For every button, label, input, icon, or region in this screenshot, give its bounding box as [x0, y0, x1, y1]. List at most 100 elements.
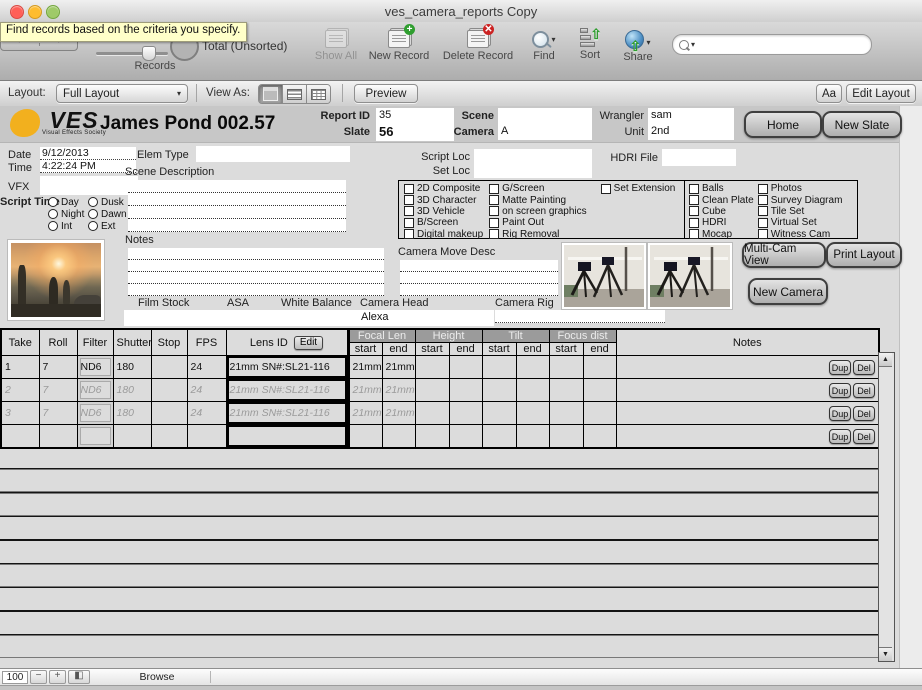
checkbox-box[interactable]: [689, 206, 699, 217]
cell-take[interactable]: 3: [0, 401, 40, 425]
status-toolbar-toggle-button[interactable]: ◧: [68, 670, 90, 684]
zoom-in-button[interactable]: +: [49, 670, 66, 684]
cell-lens_id[interactable]: 21mm SN#:SL21-116: [225, 401, 350, 425]
checkbox-item-clean-plate[interactable]: Clean Plate: [689, 194, 754, 206]
checkbox-box[interactable]: [404, 183, 414, 194]
radio-circle[interactable]: [48, 209, 58, 219]
checkbox-item-mocap[interactable]: Mocap: [689, 229, 754, 240]
script-loc-field[interactable]: [474, 149, 592, 164]
checkbox-item-witness-cam[interactable]: Witness Cam: [757, 229, 843, 240]
vfx-field[interactable]: [40, 176, 138, 195]
cell-fd_start[interactable]: [548, 401, 584, 425]
checkbox-item-2d-composite[interactable]: 2D Composite: [404, 183, 483, 194]
sort-button[interactable]: ⇧ Sort: [572, 27, 608, 61]
checkbox-box[interactable]: [489, 183, 500, 194]
col-header-filter[interactable]: Filter: [76, 328, 114, 356]
camera-photo-1[interactable]: [562, 243, 646, 309]
cell-t_end[interactable]: [515, 401, 550, 425]
camera-move-desc-field[interactable]: [400, 260, 558, 296]
cell-fps[interactable]: 24: [186, 378, 227, 402]
multi-cam-view-button[interactable]: Multi-Cam View: [742, 242, 826, 268]
cell-roll[interactable]: 7: [38, 355, 78, 379]
col-header-roll[interactable]: Roll: [38, 328, 78, 356]
cell-fl_end[interactable]: 21mm: [381, 378, 416, 402]
checkbox-item-survey-diagram[interactable]: Survey Diagram: [757, 194, 842, 206]
cell-filter[interactable]: ND6: [76, 355, 114, 379]
cell-h_start[interactable]: [414, 424, 450, 448]
cell-stop[interactable]: [150, 355, 188, 379]
cell-take[interactable]: 2: [0, 378, 40, 402]
dup-row-button[interactable]: Dup: [829, 360, 852, 375]
cell-filter[interactable]: [76, 424, 114, 448]
elem-type-field[interactable]: [196, 146, 350, 162]
find-dropdown-icon[interactable]: ▾: [551, 35, 555, 44]
col-header-fps[interactable]: FPS: [186, 328, 227, 356]
radio-item-int[interactable]: Int: [48, 220, 84, 232]
checkbox-item-paint-out[interactable]: Paint Out: [489, 217, 587, 228]
cell-shutter[interactable]: 180: [112, 401, 152, 425]
camera-rig-field[interactable]: [495, 310, 665, 323]
cell-stop[interactable]: [150, 378, 188, 402]
home-button[interactable]: Home: [744, 111, 822, 138]
checkbox-item-cube[interactable]: Cube: [689, 206, 754, 217]
radio-circle[interactable]: [48, 221, 58, 231]
cell-fd_start[interactable]: [548, 424, 584, 448]
checkbox-item-3d-character[interactable]: 3D Character: [404, 194, 483, 206]
notes-field[interactable]: [128, 248, 384, 296]
radio-item-dawn[interactable]: Dawn: [88, 208, 127, 220]
cell-t_start[interactable]: [481, 355, 517, 379]
layout-selector[interactable]: Full Layout ▾: [56, 84, 188, 103]
cell-t_end[interactable]: [515, 378, 550, 402]
checkbox-box[interactable]: [757, 229, 768, 240]
new-record-button[interactable]: + New Record: [366, 24, 432, 62]
scene-field[interactable]: [498, 108, 592, 124]
checkbox-item-virtual-set[interactable]: Virtual Set: [757, 217, 843, 228]
cell-fps[interactable]: 24: [186, 355, 227, 379]
report-id-field[interactable]: 35: [376, 108, 454, 124]
cell-roll[interactable]: [38, 424, 78, 448]
cell-take[interactable]: 1: [0, 355, 40, 379]
cell-h_end[interactable]: [448, 401, 483, 425]
checkbox-box[interactable]: [404, 217, 414, 228]
cell-filter[interactable]: ND6: [76, 401, 114, 425]
cell-h_end[interactable]: [448, 424, 483, 448]
checkbox-box[interactable]: [404, 206, 414, 217]
preview-button[interactable]: Preview: [354, 84, 418, 103]
cell-notes[interactable]: Dup Del: [615, 401, 880, 425]
col-header-take[interactable]: Take: [0, 328, 40, 356]
checkbox-box[interactable]: [689, 195, 699, 206]
dup-row-button[interactable]: Dup: [829, 406, 852, 421]
record-slider-thumb[interactable]: [142, 46, 156, 61]
asa-field[interactable]: [200, 310, 284, 326]
col-header-stop[interactable]: Stop: [150, 328, 188, 356]
cell-t_start[interactable]: [481, 424, 517, 448]
form-view-button[interactable]: [259, 85, 283, 103]
cell-fd_end[interactable]: [582, 424, 617, 448]
checkbox-box[interactable]: [489, 229, 500, 240]
cell-fl_end[interactable]: 21mm: [381, 355, 416, 379]
cell-shutter[interactable]: 180: [112, 355, 152, 379]
set-loc-field[interactable]: [474, 163, 592, 178]
cell-fd_end[interactable]: [582, 355, 617, 379]
share-dropdown-icon[interactable]: ▾: [646, 38, 650, 47]
slate-reference-photo[interactable]: [8, 240, 104, 320]
takes-scrollbar[interactable]: ▲ ▼: [878, 352, 895, 662]
checkbox-item-g-screen[interactable]: G/Screen: [489, 183, 587, 194]
cell-t_end[interactable]: [515, 355, 550, 379]
radio-item-night[interactable]: Night: [48, 208, 84, 220]
delete-record-button[interactable]: ✕ Delete Record: [440, 24, 516, 62]
search-dropdown-icon[interactable]: ▾: [691, 40, 695, 49]
cell-notes[interactable]: Dup Del: [615, 378, 880, 402]
cell-fl_start[interactable]: 21mm: [347, 355, 383, 379]
wrangler-field[interactable]: sam: [648, 108, 734, 124]
checkbox-item-balls[interactable]: Balls: [689, 183, 754, 194]
cell-shutter[interactable]: 180: [112, 378, 152, 402]
cell-fl_start[interactable]: [347, 424, 383, 448]
checkbox-item-digital-makeup[interactable]: Digital makeup: [404, 229, 483, 240]
cell-fps[interactable]: 24: [186, 401, 227, 425]
print-layout-button[interactable]: Print Layout: [826, 242, 902, 268]
camera-photo-2[interactable]: [648, 243, 732, 309]
cell-fd_end[interactable]: [582, 401, 617, 425]
cell-shutter[interactable]: [112, 424, 152, 448]
text-formatting-button[interactable]: Aa: [816, 84, 842, 103]
